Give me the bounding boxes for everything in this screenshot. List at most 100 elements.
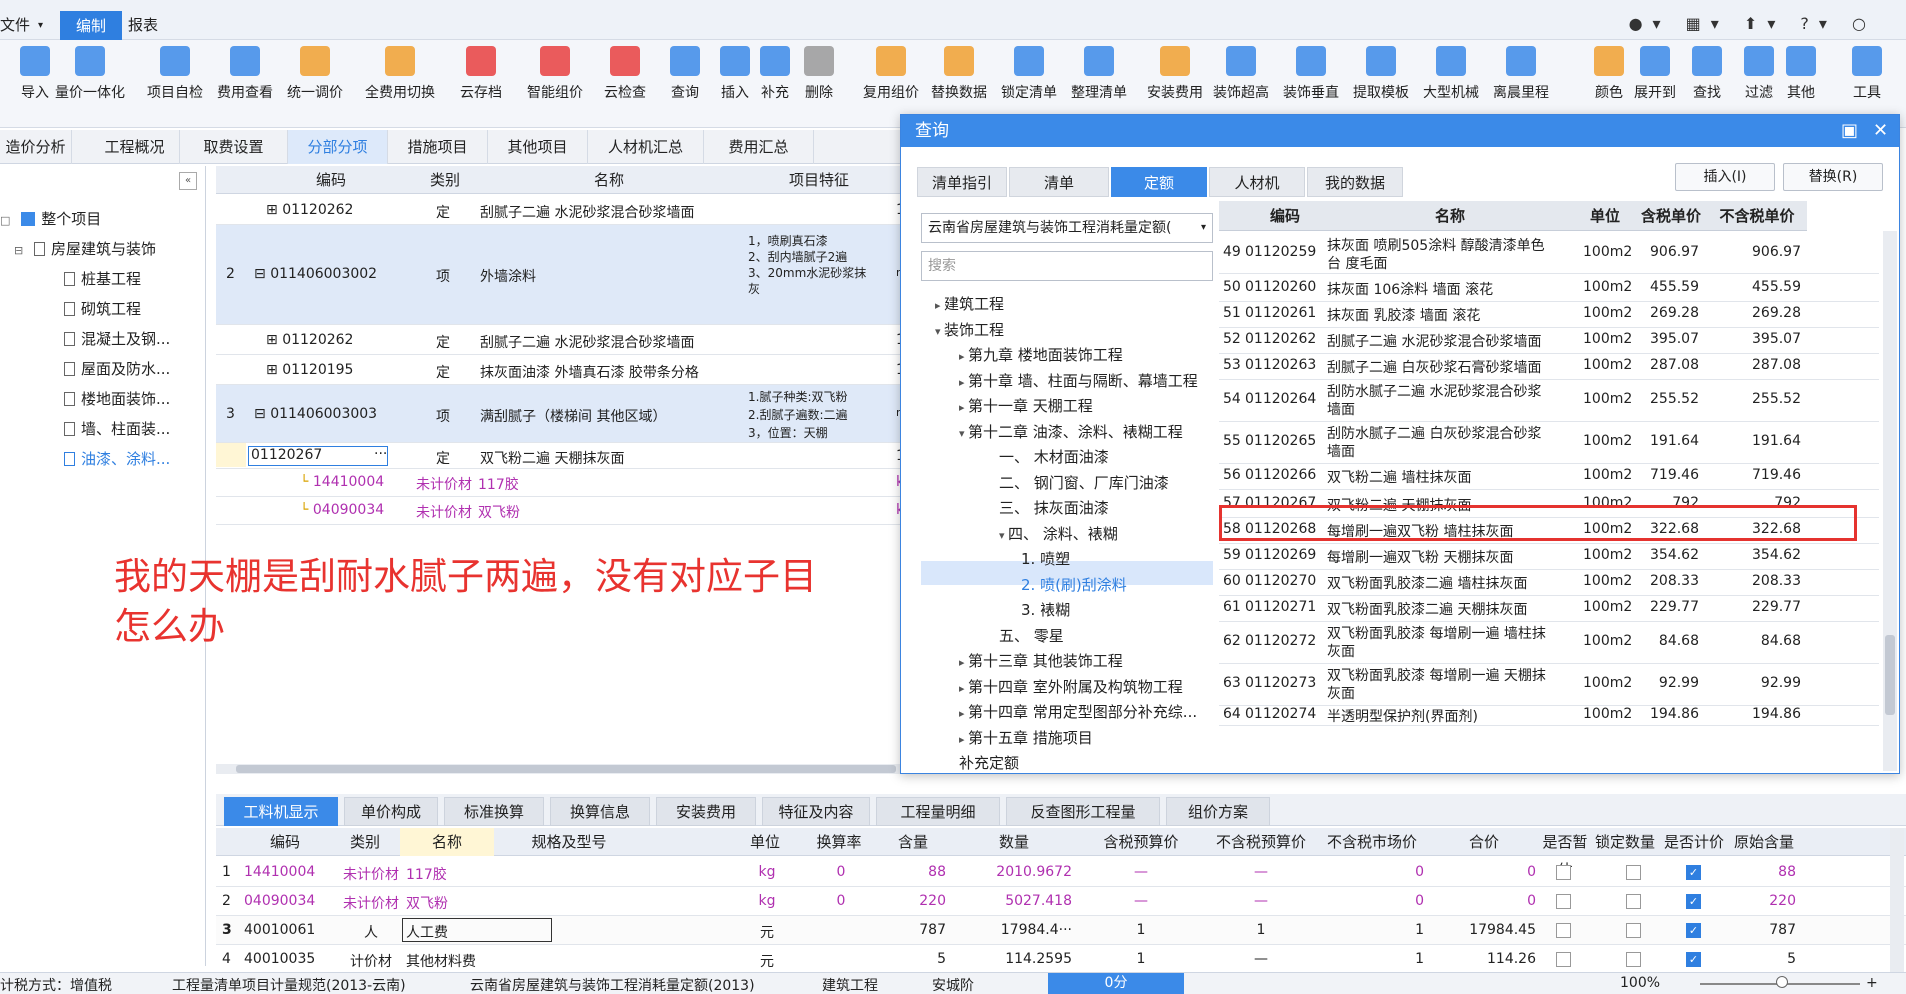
- tab-sub-items[interactable]: 分部分项: [288, 130, 388, 164]
- dialog-tab-guide[interactable]: 清单指引: [917, 167, 1007, 197]
- table-row[interactable]: └ 04090034: [300, 502, 384, 518]
- toolbar-button-18[interactable]: 装饰超高: [1206, 46, 1276, 102]
- quota-tree-item[interactable]: ▸ 建筑工程: [935, 293, 1004, 314]
- toolbar-button-4[interactable]: 统一调价: [280, 46, 350, 102]
- bottom-col-10[interactable]: 不含税市场价: [1316, 828, 1428, 856]
- bottom-col-15[interactable]: 原始含量: [1728, 828, 1800, 856]
- bottom-tab-4[interactable]: 安装费用: [656, 797, 756, 826]
- window-right-icons[interactable]: ●▾ ▦▾ ⬆▾ ?▾ ○: [1629, 14, 1876, 33]
- checkbox[interactable]: [1626, 923, 1641, 938]
- table-row[interactable]: ⊞ 01120195: [266, 362, 353, 378]
- quota-tree-item[interactable]: ▸ 第十章 墙、柱面与隔断、幕墙工程: [959, 370, 1198, 391]
- quota-tree-item[interactable]: 补充定额: [959, 752, 1019, 773]
- quota-tree-item[interactable]: 五、 零星: [999, 625, 1064, 646]
- bottom-col-2[interactable]: 名称: [400, 828, 494, 856]
- bottom-col-4[interactable]: 单位: [726, 828, 804, 856]
- collapse-icon[interactable]: ⊟: [254, 406, 266, 422]
- code-input[interactable]: 01120267: [248, 446, 388, 466]
- toolbar-button-7[interactable]: 智能组价: [520, 46, 590, 102]
- toolbar-button-19[interactable]: 装饰垂直: [1276, 46, 1346, 102]
- toolbar-button-6[interactable]: 云存档: [446, 46, 516, 102]
- table-row[interactable]: ⊟ 011406003002: [254, 266, 377, 282]
- expand-icon[interactable]: ⊞: [266, 332, 278, 348]
- expand-icon[interactable]: ⊞: [266, 202, 278, 218]
- toolbar-button-15[interactable]: 锁定清单: [994, 46, 1064, 102]
- dialog-tab-list[interactable]: 清单: [1009, 167, 1109, 197]
- dialog-tab-material[interactable]: 人材机: [1209, 167, 1305, 197]
- table-row[interactable]: └ 14410004: [300, 474, 384, 490]
- tree-item-4[interactable]: 楼地面装饰...: [64, 388, 170, 409]
- tab-overview[interactable]: 工程概况: [90, 130, 180, 164]
- bottom-col-6[interactable]: 含量: [874, 828, 952, 856]
- status-spec[interactable]: 工程量清单项目计量规范(2013-云南): [172, 975, 406, 994]
- toolbar-button-13[interactable]: 复用组价: [856, 46, 926, 102]
- bottom-col-5[interactable]: 换算率: [804, 828, 874, 856]
- bottom-col-9[interactable]: 不含税预算价: [1206, 828, 1316, 856]
- tree-item-5[interactable]: 墙、柱面装...: [64, 418, 170, 439]
- chevron-right-icon[interactable]: ▸: [935, 299, 944, 312]
- quota-tree-item[interactable]: ▸ 第十三章 其他装饰工程: [959, 650, 1123, 671]
- scrollbar-thumb[interactable]: [236, 765, 896, 773]
- checkbox[interactable]: ✓: [1686, 923, 1701, 938]
- status-city[interactable]: 安城阶: [932, 975, 974, 994]
- quota-tree-item[interactable]: 2. 喷(刷)刮涂料: [1021, 574, 1127, 595]
- dialog-tab-quota[interactable]: 定额: [1111, 167, 1207, 197]
- toolbar-button-16[interactable]: 整理清单: [1064, 46, 1134, 102]
- checkbox[interactable]: ✓: [1686, 865, 1701, 880]
- more-icon[interactable]: ···: [374, 446, 387, 462]
- toolbar-button-17[interactable]: 安装费用: [1140, 46, 1210, 102]
- tab-cost-summary[interactable]: 费用汇总: [704, 130, 814, 164]
- toolbar-button-27[interactable]: 其他: [1766, 46, 1836, 102]
- toolbar-button-20[interactable]: 提取模板: [1346, 46, 1416, 102]
- table-row[interactable]: ⊟ 011406003003: [254, 406, 377, 422]
- bottom-tab-5[interactable]: 特征及内容: [762, 797, 870, 826]
- quota-tree-item[interactable]: ▸ 第九章 楼地面装饰工程: [959, 344, 1123, 365]
- quota-tree-item[interactable]: 一、 木材面油漆: [999, 446, 1109, 467]
- bottom-col-12[interactable]: 是否暂估: [1540, 828, 1590, 879]
- quota-tree-item[interactable]: 3. 裱糊: [1021, 599, 1070, 620]
- quota-tree-item[interactable]: ▸ 第十四章 室外附属及构筑物工程: [959, 676, 1183, 697]
- col-name[interactable]: 名称: [474, 166, 744, 194]
- menu-report[interactable]: 报表: [128, 14, 158, 35]
- bottom-tab-6[interactable]: 工程量明细: [876, 797, 1000, 826]
- expand-icon[interactable]: ⊞: [266, 362, 278, 378]
- bottom-col-11[interactable]: 合价: [1428, 828, 1540, 856]
- search-input[interactable]: 搜索: [921, 251, 1213, 281]
- tree-item-2[interactable]: 混凝土及钢...: [64, 328, 170, 349]
- bottom-tab-8[interactable]: 组价方案: [1166, 797, 1270, 826]
- bottom-tab-7[interactable]: 反查图形工程量: [1006, 797, 1160, 826]
- tab-cost-analysis[interactable]: 造价分析: [0, 130, 72, 164]
- close-icon[interactable]: ✕: [1873, 115, 1888, 147]
- chevron-right-icon[interactable]: ▸: [959, 682, 968, 695]
- toolbar-button-12[interactable]: 删除: [784, 46, 854, 102]
- quota-tree-item[interactable]: ▾ 装饰工程: [935, 319, 1004, 340]
- col-feature[interactable]: 项目特征: [744, 166, 894, 194]
- status-eng[interactable]: 建筑工程: [822, 975, 878, 994]
- quota-tree-item[interactable]: ▾ 四、 涂料、裱糊: [999, 523, 1118, 544]
- chevron-right-icon[interactable]: ▸: [959, 733, 968, 746]
- quota-select[interactable]: 云南省房屋建筑与装饰工程消耗量定额(▾: [921, 213, 1213, 243]
- toolbar-button-22[interactable]: 离晨里程: [1486, 46, 1556, 102]
- tree-item-3[interactable]: 屋面及防水...: [64, 358, 170, 379]
- toolbar-button-5[interactable]: 全费用切换: [350, 46, 450, 102]
- score-badge[interactable]: 0分: [1048, 973, 1184, 994]
- bottom-col-0[interactable]: 编码: [240, 828, 330, 856]
- collapse-icon[interactable]: ⊟: [254, 266, 266, 282]
- restore-icon[interactable]: ▣: [1841, 115, 1858, 147]
- tab-labor-material[interactable]: 人材机汇总: [588, 130, 704, 164]
- tab-other-items[interactable]: 其他项目: [488, 130, 588, 164]
- bottom-col-8[interactable]: 含税预算价: [1076, 828, 1206, 856]
- dcol-code[interactable]: 编码: [1245, 201, 1325, 231]
- bottom-col-13[interactable]: 锁定数量: [1590, 828, 1660, 856]
- expand-icon[interactable]: □: [0, 214, 10, 227]
- dcol-name[interactable]: 名称: [1325, 201, 1575, 231]
- tree-project[interactable]: ⊟ 房屋建筑与装饰: [14, 238, 156, 259]
- quota-tree-item[interactable]: ▸ 第十一章 天棚工程: [959, 395, 1093, 416]
- replace-button[interactable]: 替换(R): [1783, 163, 1883, 191]
- quota-tree-item[interactable]: ▾ 第十二章 油漆、涂料、裱糊工程: [959, 421, 1183, 442]
- table-row[interactable]: ⊞ 01120262: [266, 202, 353, 218]
- chevron-down-icon[interactable]: ▾: [935, 325, 944, 338]
- collapse-icon[interactable]: ⊟: [14, 244, 23, 257]
- checkbox[interactable]: ✓: [1686, 894, 1701, 909]
- quota-tree-item[interactable]: 二、 钢门窗、厂库门油漆: [999, 472, 1169, 493]
